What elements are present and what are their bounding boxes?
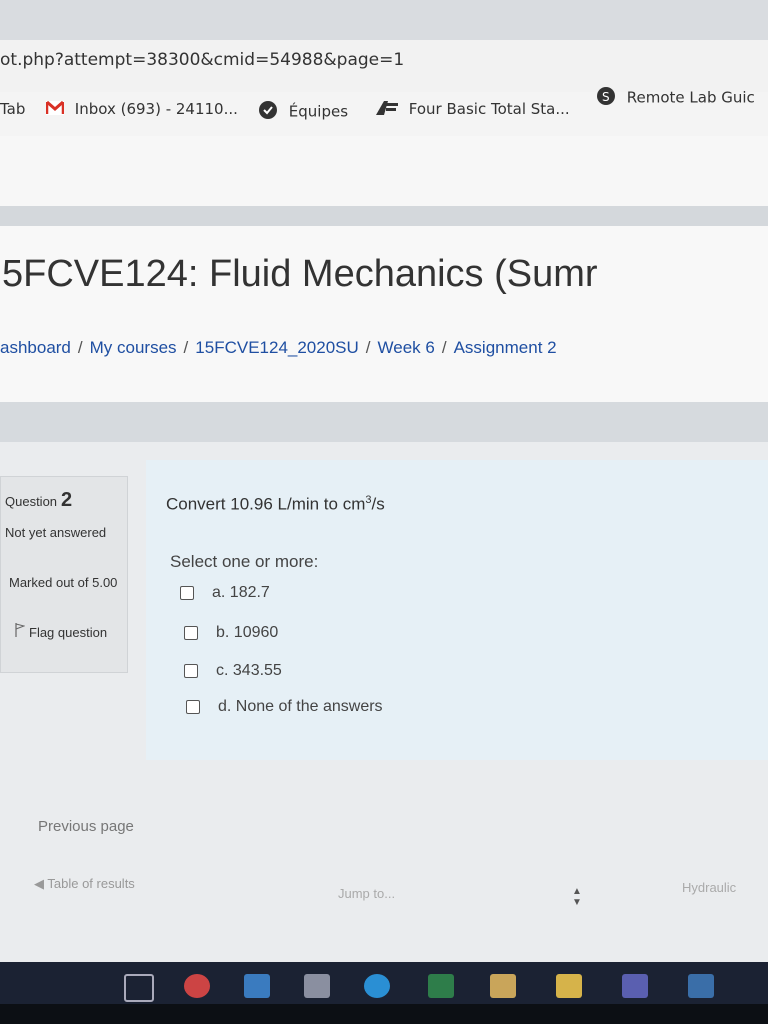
flag-icon <box>15 623 26 643</box>
question-info-panel: Question 2 Not yet answered Marked out of… <box>0 476 128 673</box>
bookmark-label: Équipes <box>288 102 349 121</box>
mail-icon[interactable] <box>244 974 270 998</box>
breadcrumb: ashboard / My courses/15FCVE124_2020SU / Wee… <box>0 338 557 357</box>
bookmark-label: Remote Lab Guic <box>626 88 755 107</box>
question-number-value: 2 <box>61 489 73 511</box>
bookmark-label: Four Basic Total Sta... <box>408 100 570 118</box>
question-state: Not yet answered <box>5 525 107 540</box>
breadcrumb-dashboard[interactable]: ashboard <box>0 338 71 357</box>
answer-option-b[interactable]: b. 10960 <box>184 624 278 642</box>
edge-icon[interactable] <box>364 974 390 998</box>
bookmarks-bar: Tab Inbox (693) - 24110... Équipes Four … <box>0 87 768 137</box>
store-icon[interactable] <box>490 974 516 998</box>
option-label: a. 182.7 <box>212 584 270 601</box>
bookmark-label: Tab <box>0 100 26 118</box>
page-top-area <box>0 136 768 216</box>
table-of-results-link[interactable]: ◀ Table of results <box>34 876 135 892</box>
flag-question-button[interactable]: Flag question <box>15 623 115 643</box>
toc-label: Table of results <box>47 876 135 891</box>
checkbox[interactable] <box>186 699 200 714</box>
question-text-main: Convert 10.96 L/min to cm <box>166 494 366 514</box>
teams-icon <box>258 100 278 124</box>
breadcrumb-course[interactable]: 15FCVE124_2020SU <box>195 338 359 357</box>
divider <box>0 402 768 442</box>
sharepoint-icon: S <box>596 86 616 110</box>
question-number: Question 2 <box>5 489 72 512</box>
bookmark-remote-lab[interactable]: S Remote Lab Guic <box>596 86 755 110</box>
answer-option-d[interactable]: d. None of the answers <box>186 698 383 716</box>
question-label: Question <box>5 494 58 509</box>
task-view-icon[interactable] <box>124 974 154 1002</box>
option-label: b. 10960 <box>216 624 279 641</box>
option-label: c. 343.55 <box>216 662 282 679</box>
question-text-unit: /s <box>371 494 385 514</box>
folder-icon[interactable] <box>556 974 582 998</box>
next-activity-link[interactable]: Hydraulic <box>682 880 736 895</box>
svg-text:S: S <box>602 90 610 104</box>
flag-label: Flag question <box>29 625 108 640</box>
question-text: Convert 10.96 L/min to cm3/s <box>166 494 385 515</box>
divider <box>0 206 768 226</box>
breadcrumb-week[interactable]: Week 6 <box>378 338 435 357</box>
question-marks: Marked out of 5.00 <box>9 575 118 590</box>
breadcrumb-assignment[interactable]: Assignment 2 <box>454 338 557 357</box>
breadcrumb-my-courses[interactable]: My courses <box>90 338 177 357</box>
screen-bezel <box>0 1004 768 1024</box>
checkbox[interactable] <box>184 625 198 640</box>
bookmark-inbox[interactable]: Inbox (693) - 24110... <box>45 100 238 119</box>
question-box: Convert 10.96 L/min to cm3/s Select one … <box>146 460 768 760</box>
answer-option-c[interactable]: c. 343.55 <box>184 662 282 680</box>
photos-icon[interactable] <box>688 974 714 998</box>
gmail-icon <box>45 100 65 119</box>
checkbox[interactable] <box>184 663 198 678</box>
bookmark-four-basic[interactable]: Four Basic Total Sta... <box>376 100 570 119</box>
bookmark-logo-icon <box>376 100 398 119</box>
select-caret-icon: ▲ ▼ <box>572 886 582 908</box>
answer-option-a[interactable]: a. 182.7 <box>180 584 270 602</box>
course-title: 5FCVE124: Fluid Mechanics (Sumr <box>2 253 598 295</box>
bookmark-label: Inbox (693) - 24110... <box>74 100 238 118</box>
r-app-icon[interactable] <box>304 974 330 998</box>
previous-page-button[interactable]: Previous page <box>38 818 134 835</box>
checkbox[interactable] <box>180 585 194 600</box>
jump-to-select[interactable]: Jump to... <box>338 886 395 901</box>
url-text[interactable]: ot.php?attempt=38300&cmid=54988&page=1 <box>0 50 404 70</box>
bookmark-equipes[interactable]: Équipes <box>258 100 348 124</box>
answer-prompt: Select one or more: <box>170 552 319 571</box>
teams-icon[interactable] <box>622 974 648 998</box>
option-label: d. None of the answers <box>218 698 383 715</box>
excel-icon[interactable] <box>428 974 454 998</box>
bookmark-tab[interactable]: Tab <box>0 100 25 118</box>
left-arrow-icon: ◀ <box>34 876 48 891</box>
chrome-icon[interactable] <box>184 974 210 998</box>
